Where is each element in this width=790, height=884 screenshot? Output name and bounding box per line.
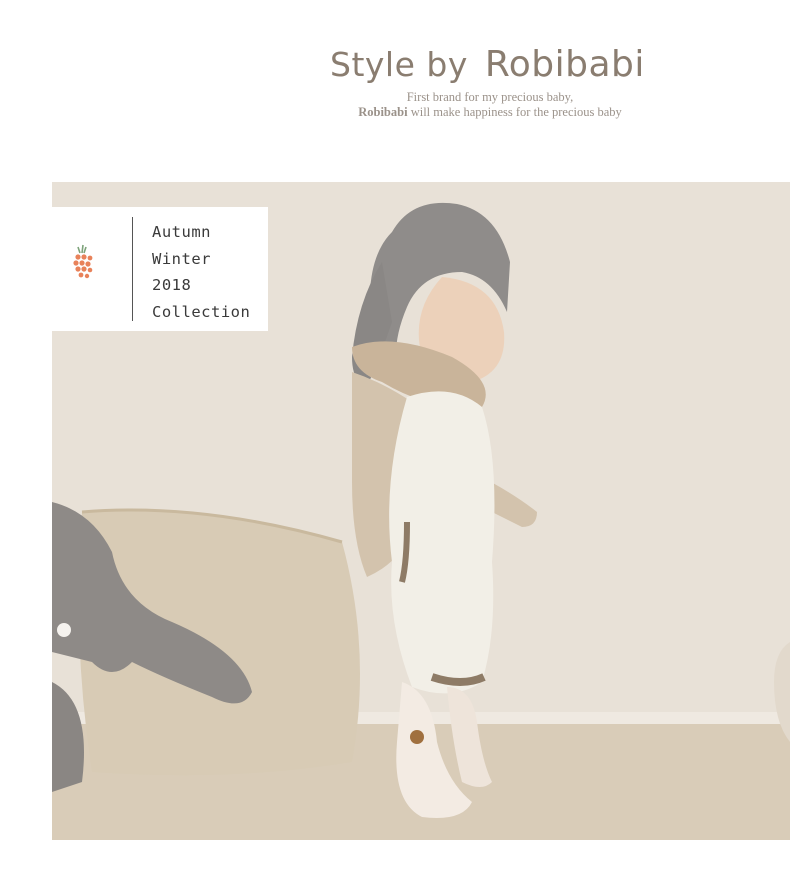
brand-title: Style by Robibabi — [330, 44, 645, 85]
card-divider — [132, 217, 133, 321]
collection-card: Autumn Winter 2018 Collection — [52, 207, 268, 331]
collection-line-label: Collection — [152, 302, 251, 321]
tagline-line2: Robibabi will make happiness for the pre… — [330, 105, 650, 120]
title-brand: Robibabi — [484, 44, 645, 85]
brand-header: Style by Robibabi First brand for my pre… — [0, 0, 790, 180]
sock-bear-icon — [410, 730, 424, 744]
collection-text: Autumn Winter 2018 Collection — [152, 219, 250, 325]
collection-line-year: 2018 — [152, 276, 192, 294]
tagline-rest: will make happiness for the precious bab… — [407, 105, 622, 119]
tagline-line1: First brand for my precious baby, — [406, 90, 574, 104]
title-prefix: Style by — [330, 45, 468, 84]
elephant-tusk — [57, 623, 71, 637]
collection-line-season1: Autumn — [152, 223, 211, 241]
berry-logo-icon — [73, 244, 93, 279]
tagline: First brand for my precious baby, Robiba… — [330, 90, 650, 120]
tagline-brand: Robibabi — [358, 105, 408, 119]
collection-line-season2: Winter — [152, 249, 211, 268]
